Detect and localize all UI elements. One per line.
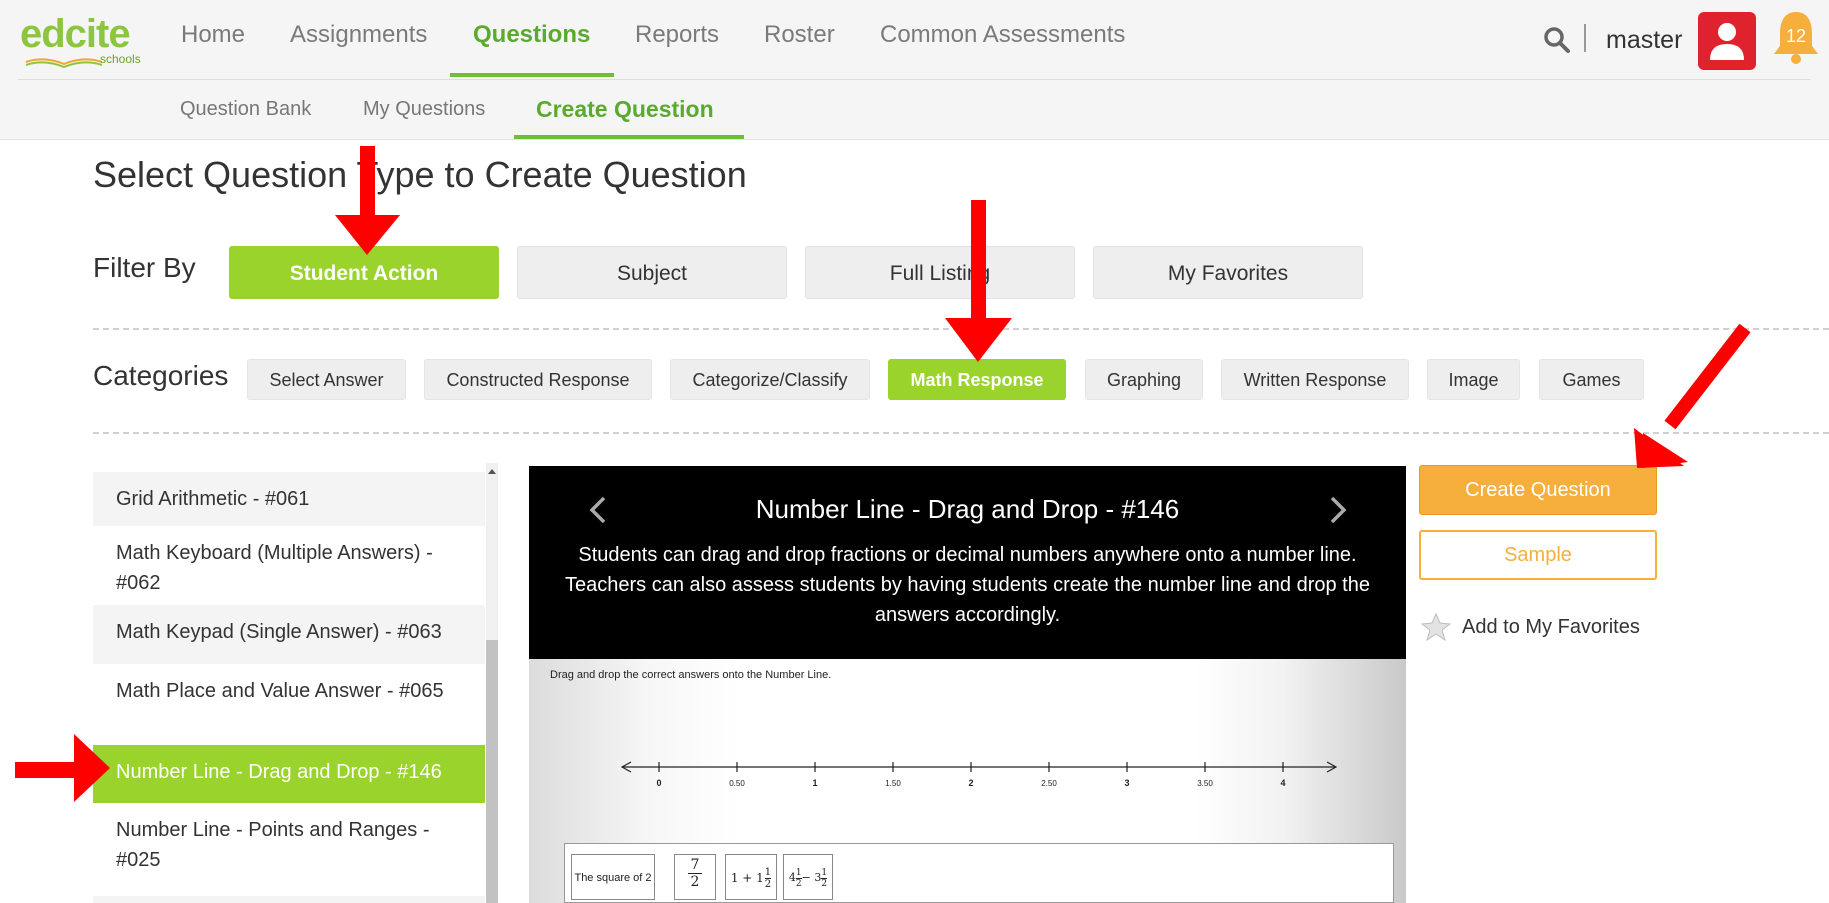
filter-student-action-button[interactable]: Student Action: [229, 246, 499, 299]
category-math-response[interactable]: Math Response: [888, 359, 1066, 400]
list-scrollbar-thumb[interactable]: [486, 640, 498, 903]
categories-label: Categories: [93, 360, 229, 391]
question-preview: Number Line - Drag and Drop - #146 Stude…: [529, 466, 1406, 903]
filter-my-favorites-button[interactable]: My Favorites: [1093, 246, 1363, 299]
chip-numerator: 7: [688, 857, 702, 874]
chip-operator: − 3: [801, 871, 822, 884]
chip-denominator: 2: [821, 878, 828, 889]
list-item[interactable]: Number Line - Points and Ranges - #025: [93, 803, 485, 889]
subnav-my-questions[interactable]: My Questions: [363, 98, 485, 121]
list-item-selected[interactable]: Number Line - Drag and Drop - #146: [93, 745, 485, 803]
nav-divider: [18, 79, 1811, 80]
list-item[interactable]: [93, 896, 485, 903]
sample-button[interactable]: Sample: [1419, 530, 1657, 580]
subnav-question-bank[interactable]: Question Bank: [180, 98, 311, 121]
search-icon[interactable]: [1543, 26, 1571, 54]
chip-numerator: 1: [764, 867, 772, 879]
scroll-up-icon[interactable]: [486, 465, 498, 477]
chip-numerator: 1: [821, 867, 828, 879]
preview-instruction: Drag and drop the correct answers onto t…: [550, 669, 832, 681]
chip-denominator: 2: [690, 874, 700, 890]
username[interactable]: master: [1606, 26, 1682, 55]
preview-title: Number Line - Drag and Drop - #146: [755, 494, 1180, 524]
annotation-arrow: [1634, 428, 1684, 468]
add-to-favorites-link[interactable]: Add to My Favorites: [1462, 616, 1640, 639]
filter-subject-button[interactable]: Subject: [517, 246, 787, 299]
nav-questions[interactable]: Questions: [473, 20, 590, 76]
number-line-tick-label: 4: [1280, 778, 1285, 788]
answer-bank: The square of 2 7 2 1 + 112 4 1 2− 312: [564, 843, 1394, 903]
category-image[interactable]: Image: [1427, 359, 1520, 400]
chevron-right-icon[interactable]: [1324, 492, 1352, 528]
category-games[interactable]: Games: [1539, 359, 1644, 400]
annotation-arrow: [945, 318, 1012, 362]
edcite-logo[interactable]: edcite schools: [20, 12, 150, 68]
question-type-list: Grid Arithmetic - #061 Math Keyboard (Mu…: [93, 463, 485, 903]
number-line-tick-label: 0.50: [729, 779, 745, 788]
logo-sub: schools: [100, 52, 141, 66]
nav-home[interactable]: Home: [181, 20, 245, 76]
nav-assignments[interactable]: Assignments: [290, 20, 427, 76]
preview-header: Number Line - Drag and Drop - #146 Stude…: [529, 466, 1406, 659]
category-written-response[interactable]: Written Response: [1221, 359, 1409, 400]
subnav-create-question[interactable]: Create Question: [536, 96, 714, 123]
number-line-tick-label: 3: [1124, 778, 1129, 788]
number-line-tick-label: 1.50: [885, 779, 901, 788]
section-divider: [93, 328, 1829, 330]
list-item[interactable]: Math Place and Value Answer - #065: [93, 664, 485, 724]
answer-chip[interactable]: 1 + 112: [725, 854, 777, 900]
chip-expression: 1 + 1: [730, 871, 764, 885]
logo-brand: edcite: [20, 12, 131, 56]
annotation-arrow: [1642, 433, 1688, 468]
nav-reports[interactable]: Reports: [635, 20, 719, 76]
preview-sample-image: Drag and drop the correct answers onto t…: [529, 659, 1406, 903]
notification-count: 12: [1785, 26, 1807, 46]
answer-chip[interactable]: 7 2: [674, 854, 716, 900]
number-line-ticks: 0 0.50 1 1.50 2 2.50 3 3.50 4: [656, 762, 1286, 788]
filter-full-listing-button[interactable]: Full Listing: [805, 246, 1075, 299]
filter-label: Filter By: [93, 252, 196, 283]
category-select-answer[interactable]: Select Answer: [247, 359, 406, 400]
number-line-tick-label: 2: [968, 778, 973, 788]
category-categorize-classify[interactable]: Categorize/Classify: [670, 359, 870, 400]
logo-book-icon: [25, 58, 103, 68]
list-item[interactable]: Math Keyboard (Multiple Answers) - #062: [93, 526, 485, 605]
chip-denominator: 2: [764, 879, 772, 890]
category-constructed-response[interactable]: Constructed Response: [424, 359, 652, 400]
chip-expression: 4: [788, 871, 796, 884]
nav-common-assessments[interactable]: Common Assessments: [880, 20, 1125, 76]
subnav-active-indicator: [514, 135, 744, 139]
header-separator: [1584, 24, 1586, 52]
app-header: edcite schools Home Assignments Question…: [0, 0, 1829, 140]
answer-chip[interactable]: The square of 2: [571, 854, 655, 900]
create-question-button[interactable]: Create Question: [1419, 465, 1657, 515]
user-icon: [1710, 23, 1744, 60]
star-icon[interactable]: [1421, 612, 1451, 642]
avatar[interactable]: [1698, 12, 1756, 70]
nav-active-indicator: [450, 73, 614, 77]
number-line: 0 0.50 1 1.50 2 2.50 3 3.50 4: [620, 761, 1338, 788]
preview-description: Students can drag and drop fractions or …: [565, 544, 1370, 626]
number-line-tick-label: 3.50: [1197, 779, 1213, 788]
nav-roster[interactable]: Roster: [764, 20, 835, 76]
annotation-arrow: [15, 762, 79, 778]
category-graphing[interactable]: Graphing: [1085, 359, 1203, 400]
section-divider: [93, 432, 1829, 434]
list-item[interactable]: Grid Arithmetic - #061: [93, 472, 485, 526]
annotation-arrow: [1664, 323, 1751, 430]
number-line-tick-label: 0: [656, 778, 661, 788]
number-line-tick-label: 2.50: [1041, 779, 1057, 788]
number-line-tick-label: 1: [812, 778, 817, 788]
page-title: Select Question Type to Create Question: [93, 154, 747, 195]
list-item[interactable]: Math Keypad (Single Answer) - #063: [93, 605, 485, 664]
answer-chip[interactable]: 4 1 2− 312: [783, 854, 833, 900]
